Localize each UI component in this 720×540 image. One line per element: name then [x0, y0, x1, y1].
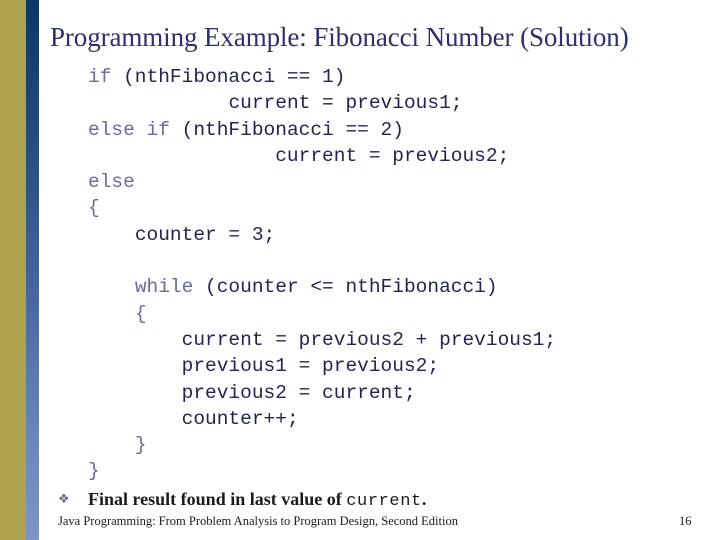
- code-text: current = previous1;: [228, 92, 463, 115]
- code-text: counter++;: [181, 407, 299, 430]
- summary-bullet-row: ❖ Final result found in last value of cu…: [58, 489, 698, 512]
- code-keyword: }: [134, 434, 147, 457]
- code-line: previous2 = current;: [88, 380, 708, 406]
- code-line: counter++;: [88, 406, 708, 432]
- blue-gradient-bar: [26, 0, 39, 540]
- code-text: current = previous2 + previous1;: [181, 328, 557, 351]
- code-keyword: if: [88, 66, 112, 88]
- footer-source-text: Java Programming: From Problem Analysis …: [58, 514, 458, 528]
- summary-text-suffix: .: [421, 489, 427, 509]
- code-text: previous2 = current;: [181, 381, 416, 404]
- code-line: current = previous1;: [88, 90, 708, 116]
- code-keyword: {: [88, 197, 100, 220]
- code-text: current = previous2;: [275, 144, 510, 167]
- code-line: previous1 = previous2;: [88, 353, 708, 379]
- code-block: if (nthFibonacci == 1) current = previou…: [88, 64, 708, 485]
- gold-accent-bar: [0, 0, 26, 540]
- summary-text-prefix: Final result found in last value of: [88, 489, 347, 509]
- code-text: (nthFibonacci == 1): [111, 66, 346, 88]
- summary-text-code: current: [346, 492, 422, 511]
- code-line: current = previous2 + previous1;: [88, 327, 708, 353]
- code-line: }: [88, 458, 708, 484]
- footer-page-number: 16: [679, 514, 692, 528]
- code-line: else if (nthFibonacci == 2): [88, 117, 708, 143]
- code-line: counter = 3;: [88, 222, 708, 248]
- code-text: counter = 3;: [134, 223, 276, 246]
- code-text: (counter <= nthFibonacci): [193, 276, 498, 299]
- slide-canvas: Programming Example: Fibonacci Number (S…: [0, 0, 720, 540]
- code-keyword: else: [88, 171, 135, 194]
- code-line: if (nthFibonacci == 1): [88, 64, 708, 90]
- code-text: (nthFibonacci == 2): [169, 118, 404, 141]
- code-line: {: [88, 301, 708, 327]
- code-keyword: }: [88, 460, 100, 483]
- code-keyword: {: [134, 302, 147, 325]
- code-line: {: [88, 195, 708, 221]
- code-line: else: [88, 169, 708, 195]
- code-keyword: else if: [88, 118, 170, 141]
- code-line: while (counter <= nthFibonacci): [88, 274, 708, 300]
- page-title: Programming Example: Fibonacci Number (S…: [50, 22, 629, 52]
- diamond-bullet-icon: ❖: [58, 492, 70, 507]
- code-line: current = previous2;: [88, 143, 708, 169]
- code-line: }: [88, 432, 708, 458]
- summary-bullet-text: Final result found in last value of curr…: [88, 489, 426, 512]
- code-text: previous1 = previous2;: [181, 355, 440, 378]
- code-keyword: while: [134, 276, 194, 299]
